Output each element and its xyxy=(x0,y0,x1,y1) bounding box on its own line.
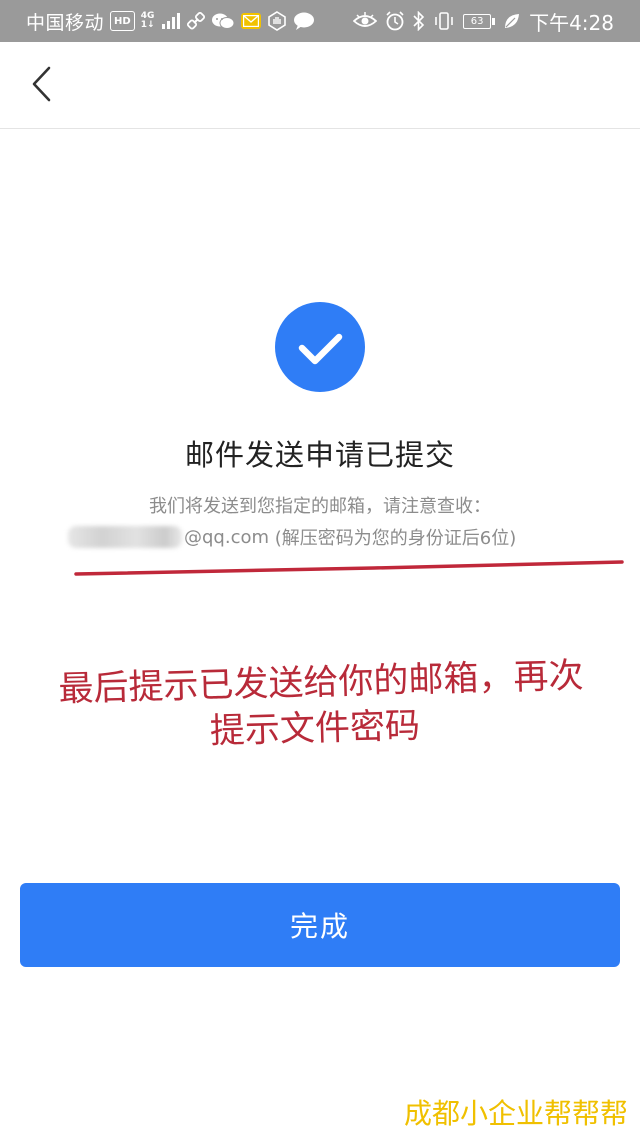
message-bubble-icon xyxy=(293,11,315,31)
password-hint: (解压密码为您的身份证后6位) xyxy=(274,528,517,549)
status-time: 下午4:28 xyxy=(529,10,614,35)
status-bar-left: 中国移动 HD 4G 1↓ xyxy=(26,0,315,42)
eye-icon xyxy=(353,12,378,30)
done-button[interactable]: 完成 xyxy=(20,883,620,967)
battery-icon: 63 xyxy=(463,13,496,29)
mail-icon xyxy=(240,13,261,29)
watermark: 成都小企业帮帮帮 xyxy=(403,1097,628,1130)
alarm-icon xyxy=(385,11,405,31)
navigation-bar xyxy=(0,42,640,129)
wechat-icon xyxy=(211,12,235,30)
chevron-left-icon xyxy=(32,66,51,102)
delivery-description: 我们将发送到您指定的邮箱，请注意查收： xyxy=(149,496,491,517)
status-bar: 中国移动 HD 4G 1↓ 63 下午4:28 xyxy=(0,0,640,42)
check-circle-icon xyxy=(274,301,366,393)
leaf-icon xyxy=(503,12,521,30)
bluetooth-icon xyxy=(413,11,425,31)
page-title: 邮件发送申请已提交 xyxy=(184,438,455,472)
hand-icon xyxy=(267,11,287,31)
status-bar-right: 63 下午4:28 xyxy=(353,0,614,42)
annotation-note: 最后提示已发送给你的邮箱，再次 提示文件密码 xyxy=(0,656,640,752)
email-suffix: @qq.com xyxy=(184,526,270,548)
network-type: 4G 1↓ xyxy=(141,12,155,30)
network-type-bottom: 1↓ xyxy=(140,20,155,30)
hd-icon: HD xyxy=(110,11,135,31)
back-button[interactable] xyxy=(22,62,62,106)
vibrate-icon xyxy=(433,11,455,31)
email-line: @qq.com (解压密码为您的身份证后6位) xyxy=(68,524,516,550)
carrier-name: 中国移动 xyxy=(26,11,105,34)
red-underline-mark xyxy=(74,560,624,576)
battery-level: 63 xyxy=(463,13,492,29)
redacted-email-prefix xyxy=(68,526,182,548)
signal-icon xyxy=(161,12,181,30)
link-icon xyxy=(186,12,205,30)
